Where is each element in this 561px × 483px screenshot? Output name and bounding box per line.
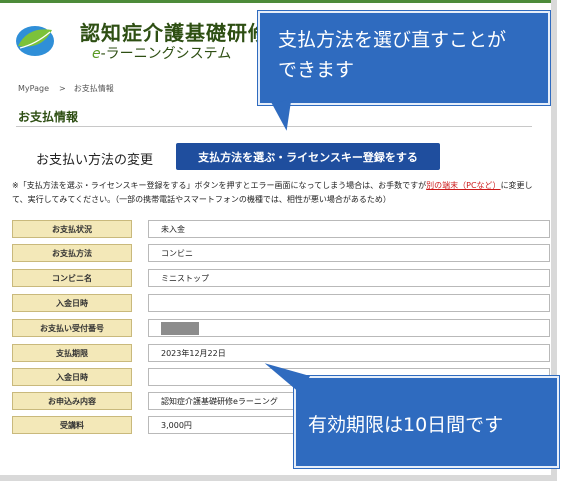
callout-expiry: 有効期限は10日間です	[259, 354, 559, 468]
row-label: お支払方法	[12, 244, 132, 262]
page-title: お支払情報	[18, 110, 79, 124]
breadcrumb-separator: >	[59, 84, 66, 93]
logo-icon[interactable]	[14, 24, 54, 58]
row-value: コンビニ	[148, 244, 550, 262]
row-label: お支払い受付番号	[12, 319, 132, 337]
payment-change-label: お支払い方法の変更	[36, 153, 154, 168]
row-label: 受講料	[12, 416, 132, 434]
breadcrumb: MyPage > お支払情報	[18, 83, 120, 94]
site-subtitle-e: e	[92, 46, 101, 62]
site-subtitle: e-ラーニングシステム	[92, 43, 231, 63]
row-label: お支払状況	[12, 220, 132, 238]
row-label: お申込み内容	[12, 392, 132, 410]
row-value: ミニストップ	[148, 269, 550, 287]
error-note: ※「支払方法を選ぶ・ライセンスキー登録をする」ボタンを押すとエラー画面になってし…	[12, 179, 547, 207]
callout-line-1: 支払方法を選び直すことが	[278, 29, 507, 51]
row-value	[148, 319, 550, 337]
row-value	[148, 294, 550, 312]
row-label: 入金日時	[12, 368, 132, 386]
row-label: 支払期限	[12, 344, 132, 362]
callout-pointer	[271, 99, 297, 133]
row-value: 2023年12月22日	[148, 344, 550, 362]
row-label: コンビニ名	[12, 269, 132, 287]
callout-reselect-payment: 支払方法を選び直すことが できます	[258, 11, 550, 133]
row-value: 未入金	[148, 220, 550, 238]
choose-payment-method-button[interactable]: 支払方法を選ぶ・ライセンスキー登録をする	[176, 143, 440, 170]
site-subtitle-rest: -ラーニングシステム	[100, 46, 232, 62]
breadcrumb-current: お支払情報	[73, 84, 114, 93]
note-text-1: ※「支払方法を選ぶ・ライセンスキー登録をする」ボタンを押すとエラー画面になってし…	[12, 181, 427, 190]
note-other-device-link[interactable]: 別の端末（PCなど）	[426, 181, 500, 190]
redacted-receipt-number	[161, 322, 199, 335]
callout-expiry-text: 有効期限は10日間です	[308, 414, 504, 436]
breadcrumb-home-link[interactable]: MyPage	[18, 84, 49, 93]
callout-line-2: できます	[278, 59, 355, 81]
callout-reselect-text: 支払方法を選び直すことが できます	[278, 25, 506, 85]
row-label: 入金日時	[12, 294, 132, 312]
site-title: 認知症介護基礎研修	[80, 21, 269, 45]
title-divider	[16, 126, 532, 127]
